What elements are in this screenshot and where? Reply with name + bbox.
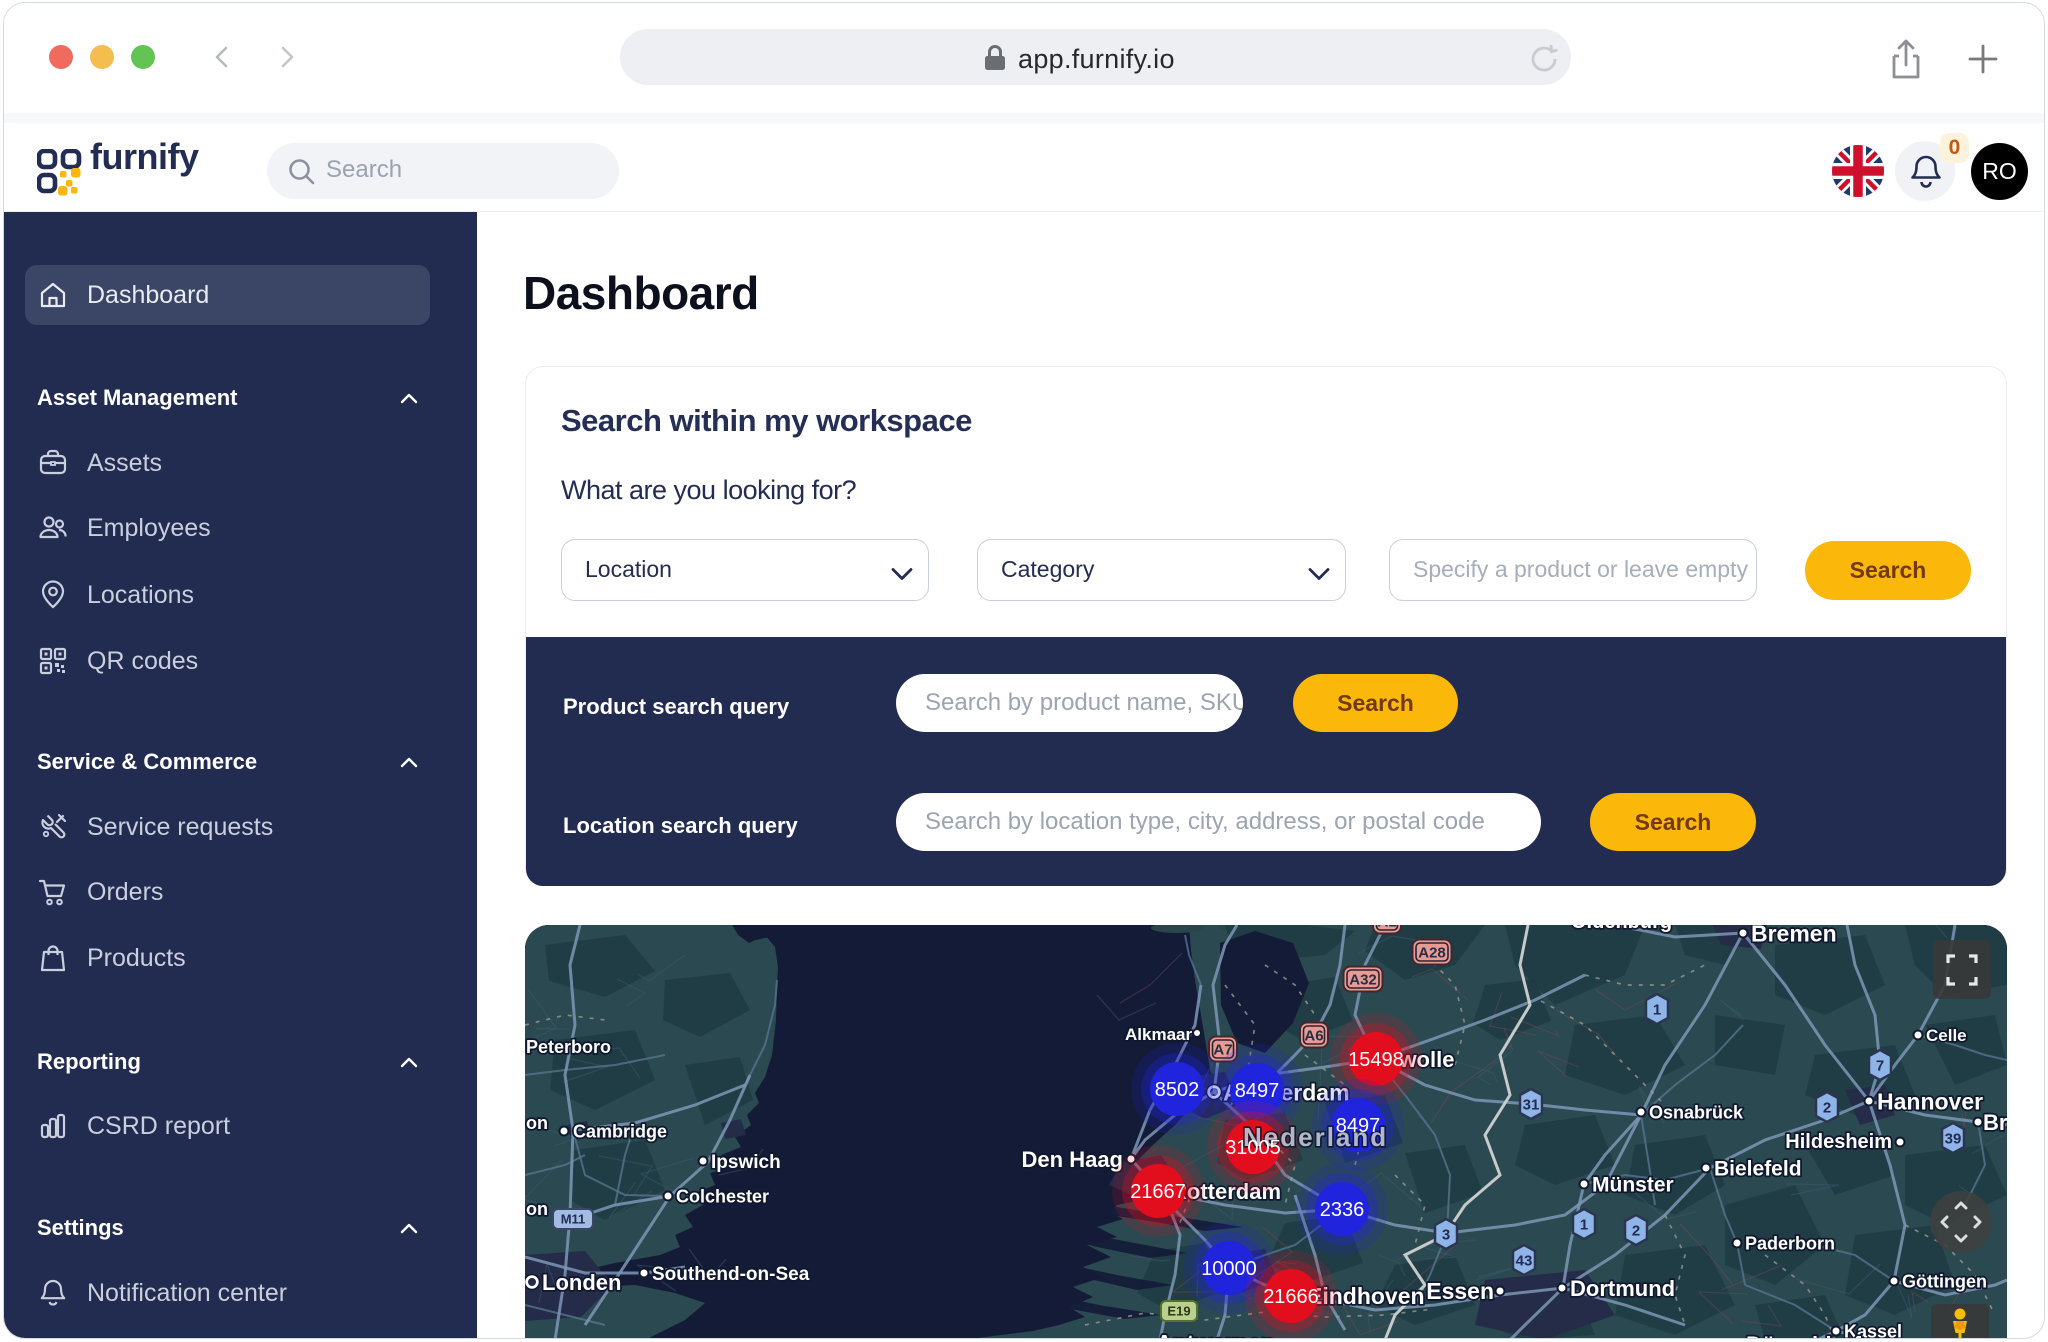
svg-text:8502: 8502 [1155,1079,1200,1101]
svg-text:Oldenburg: Oldenburg [1571,925,1672,933]
svg-text:43: 43 [1516,1253,1533,1270]
svg-text:Essen: Essen [1426,1278,1494,1304]
svg-text:Dortmund: Dortmund [1570,1276,1675,1301]
svg-text:21667: 21667 [1130,1181,1186,1203]
svg-text:15498: 15498 [1348,1049,1404,1071]
svg-text:Ipswich: Ipswich [711,1152,781,1173]
svg-text:Londen: Londen [542,1270,621,1295]
svg-text:2336: 2336 [1320,1199,1365,1221]
svg-text:10000: 10000 [1201,1258,1257,1280]
svg-text:on: on [526,1113,548,1133]
svg-text:A6: A6 [1304,1028,1323,1045]
svg-text:A32: A32 [1349,972,1377,989]
svg-text:8497: 8497 [1235,1080,1280,1102]
svg-text:Braunschweig: Braunschweig [1983,1110,2007,1135]
svg-text:A28: A28 [1418,945,1446,962]
svg-text:7: 7 [1876,1058,1884,1075]
svg-text:Antwerpen: Antwerpen [1156,1330,1275,1339]
svg-text:Southend-on-Sea: Southend-on-Sea [652,1264,810,1285]
svg-text:Münster: Münster [1592,1174,1674,1197]
svg-text:Göttingen: Göttingen [1902,1271,1987,1291]
svg-text:Düsseldorf: Düsseldorf [1746,1332,1862,1339]
svg-text:31005: 31005 [1225,1137,1281,1159]
svg-text:Den Haag: Den Haag [1022,1147,1123,1172]
svg-text:8497: 8497 [1336,1115,1381,1137]
svg-text:Hildesheim: Hildesheim [1785,1131,1892,1153]
svg-text:1: 1 [1653,1002,1661,1019]
svg-text:Cambridge: Cambridge [573,1121,667,1141]
svg-text:Osnabrück: Osnabrück [1649,1102,1744,1122]
svg-text:Hannover: Hannover [1877,1088,1983,1114]
svg-text:Colchester: Colchester [676,1186,769,1206]
svg-text:E19: E19 [1167,1304,1190,1319]
svg-text:A1: A1 [1377,925,1396,931]
svg-text:Celle: Celle [1926,1026,1967,1045]
svg-text:39: 39 [1945,1131,1962,1148]
svg-text:2: 2 [1632,1223,1640,1240]
svg-text:1: 1 [1580,1217,1588,1234]
svg-text:Paderborn: Paderborn [1745,1233,1835,1253]
svg-text:2: 2 [1823,1100,1831,1117]
svg-text:Peterboro: Peterboro [526,1037,611,1057]
svg-text:M11: M11 [561,1212,586,1227]
svg-text:21666: 21666 [1263,1286,1319,1308]
svg-text:on: on [526,1199,548,1219]
svg-text:Alkmaar: Alkmaar [1125,1025,1192,1044]
svg-text:Bremen: Bremen [1751,925,1837,946]
svg-text:Bielefeld: Bielefeld [1714,1158,1802,1181]
svg-text:31: 31 [1523,1097,1540,1114]
svg-text:3: 3 [1442,1227,1450,1244]
